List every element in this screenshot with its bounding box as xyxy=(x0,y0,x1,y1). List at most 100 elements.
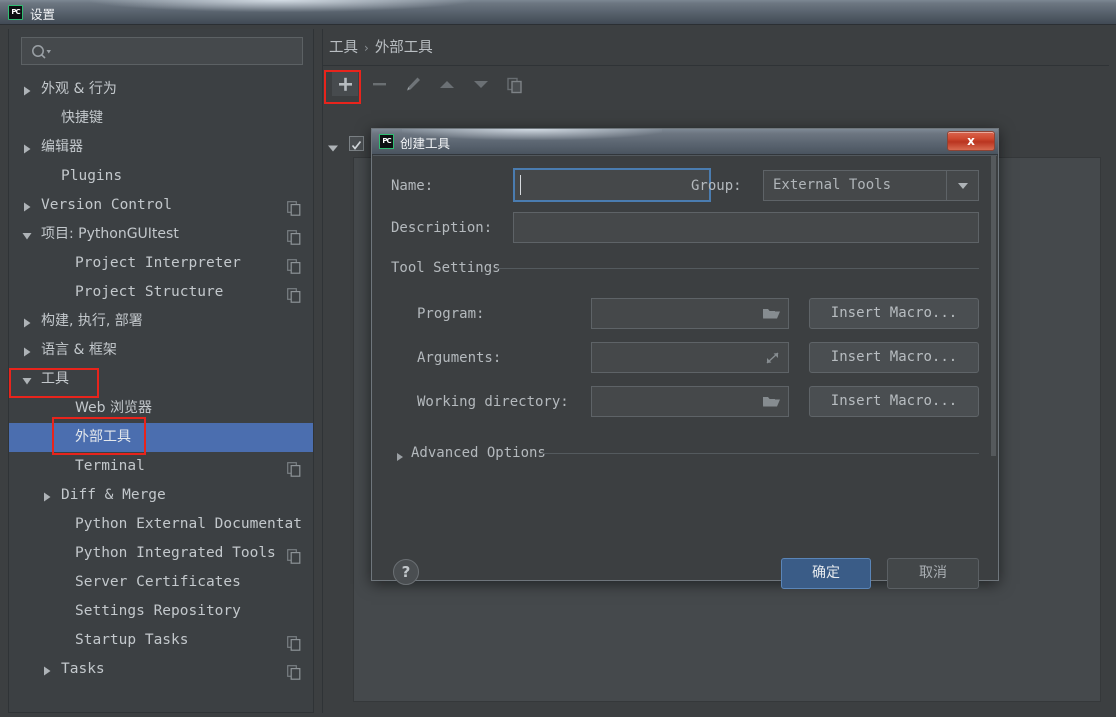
text-caret xyxy=(520,175,521,195)
program-input[interactable] xyxy=(591,298,789,329)
expand-arrow-icon[interactable] xyxy=(21,365,33,394)
copy-settings-icon[interactable] xyxy=(287,227,301,242)
sidebar-item-18[interactable]: Settings Repository xyxy=(9,597,313,626)
external-tools-checkbox[interactable] xyxy=(349,136,364,151)
close-icon[interactable]: x xyxy=(947,131,995,151)
sidebar-item-19[interactable]: Startup Tasks xyxy=(9,626,313,655)
dialog-scrollbar-thumb[interactable] xyxy=(991,156,996,456)
dialog-body: Name: Group: External Tools Description:… xyxy=(373,155,997,580)
sidebar-item-1[interactable]: 快捷键 xyxy=(9,104,313,133)
sidebar-item-4[interactable]: Version Control xyxy=(9,191,313,220)
sidebar-item-label: Project Structure xyxy=(75,278,223,307)
group-label: Group: xyxy=(691,178,742,194)
copy-icon xyxy=(501,71,529,97)
window-titlebar: PC 设置 xyxy=(0,0,1116,25)
move-up-icon xyxy=(433,71,461,97)
advanced-options-arrow-icon[interactable] xyxy=(395,448,405,467)
sidebar-item-label: Plugins xyxy=(61,162,122,191)
expand-arrow-icon[interactable] xyxy=(21,191,33,220)
copy-settings-icon[interactable] xyxy=(287,662,301,677)
expand-arrow-icon[interactable] xyxy=(21,75,33,104)
cancel-button[interactable]: 取消 xyxy=(887,558,979,589)
advanced-options-label[interactable]: Advanced Options xyxy=(411,445,546,461)
expand-arrow-icon[interactable] xyxy=(41,481,53,510)
sidebar-item-9[interactable]: 语言 & 框架 xyxy=(9,336,313,365)
sidebar-item-5[interactable]: 项目: PythonGUItest xyxy=(9,220,313,249)
expand-arrow-icon[interactable] xyxy=(21,220,33,249)
sidebar-item-10[interactable]: 工具 xyxy=(9,365,313,394)
sidebar-item-7[interactable]: Project Structure xyxy=(9,278,313,307)
edit-pencil-icon xyxy=(399,71,427,97)
sidebar-item-2[interactable]: 编辑器 xyxy=(9,133,313,162)
sidebar-item-8[interactable]: 构建, 执行, 部署 xyxy=(9,307,313,336)
expand-arrow-icon[interactable] xyxy=(21,336,33,365)
sidebar-item-13[interactable]: Terminal xyxy=(9,452,313,481)
sidebar-item-3[interactable]: Plugins xyxy=(9,162,313,191)
working-directory-insert-macro-button[interactable]: Insert Macro... xyxy=(809,386,979,417)
external-tools-toolbar xyxy=(325,69,1105,99)
sidebar-item-label: Python Integrated Tools xyxy=(75,539,276,568)
program-label: Program: xyxy=(417,306,484,322)
sidebar-item-label: Terminal xyxy=(75,452,145,481)
folder-icon[interactable] xyxy=(762,306,781,326)
remove-button xyxy=(365,71,393,97)
expand-icon[interactable] xyxy=(764,350,781,370)
working-directory-input[interactable] xyxy=(591,386,789,417)
expand-arrow-icon[interactable] xyxy=(41,655,53,684)
group-value: External Tools xyxy=(773,177,891,193)
ok-button[interactable]: 确定 xyxy=(781,558,871,589)
name-label: Name: xyxy=(391,178,433,194)
arguments-label: Arguments: xyxy=(417,350,501,366)
help-button[interactable]: ? xyxy=(393,559,419,585)
sidebar-item-label: Diff & Merge xyxy=(61,481,166,510)
name-input[interactable] xyxy=(513,168,711,202)
copy-settings-icon[interactable] xyxy=(287,256,301,271)
group-select[interactable]: External Tools xyxy=(763,170,979,201)
expand-arrow-icon[interactable] xyxy=(21,133,33,162)
description-input[interactable] xyxy=(513,212,979,243)
sidebar-item-label: Startup Tasks xyxy=(75,626,189,655)
sidebar-item-17[interactable]: Server Certificates xyxy=(9,568,313,597)
sidebar-item-12[interactable]: 外部工具 xyxy=(9,423,313,452)
dialog-scrollbar[interactable] xyxy=(990,156,997,580)
sidebar-item-label: Python External Documentat xyxy=(75,510,302,539)
search-input[interactable] xyxy=(21,37,303,65)
pycharm-icon: PC xyxy=(8,5,23,20)
copy-settings-icon[interactable] xyxy=(287,633,301,648)
arguments-insert-macro-button[interactable]: Insert Macro... xyxy=(809,342,979,373)
titlebar-glow xyxy=(90,0,470,12)
folder-icon[interactable] xyxy=(762,394,781,414)
sidebar-item-label: 构建, 执行, 部署 xyxy=(41,307,143,336)
add-button[interactable] xyxy=(331,71,359,97)
copy-settings-icon[interactable] xyxy=(287,198,301,213)
sidebar-item-6[interactable]: Project Interpreter xyxy=(9,249,313,278)
sidebar-item-label: Tasks xyxy=(61,655,105,684)
sidebar-item-label: 项目: PythonGUItest xyxy=(41,220,179,249)
chevron-down-icon[interactable] xyxy=(946,171,978,200)
sidebar-scroll-area[interactable]: 外观 & 行为快捷键编辑器PluginsVersion Control项目: P… xyxy=(9,29,313,711)
breadcrumb-leaf: 外部工具 xyxy=(375,40,433,56)
sidebar-item-14[interactable]: Diff & Merge xyxy=(9,481,313,510)
breadcrumb: 工具›外部工具 xyxy=(329,36,433,57)
dialog-pycharm-icon: PC xyxy=(379,134,394,149)
expand-arrow-icon[interactable] xyxy=(21,307,33,336)
sidebar-item-16[interactable]: Python Integrated Tools xyxy=(9,539,313,568)
sidebar-item-0[interactable]: 外观 & 行为 xyxy=(9,75,313,104)
sidebar-item-label: Settings Repository xyxy=(75,597,241,626)
sidebar-item-label: 工具 xyxy=(41,365,69,394)
breadcrumb-root[interactable]: 工具 xyxy=(329,40,358,56)
copy-settings-icon[interactable] xyxy=(287,285,301,300)
external-tools-expand-arrow[interactable] xyxy=(327,139,339,158)
sidebar-item-15[interactable]: Python External Documentat xyxy=(9,510,313,539)
sidebar-item-label: 快捷键 xyxy=(61,104,103,133)
copy-settings-icon[interactable] xyxy=(287,459,301,474)
program-insert-macro-button[interactable]: Insert Macro... xyxy=(809,298,979,329)
arguments-input[interactable] xyxy=(591,342,789,373)
copy-settings-icon[interactable] xyxy=(287,546,301,561)
sidebar-item-11[interactable]: Web 浏览器 xyxy=(9,394,313,423)
settings-window: PC 设置 外观 & 行为快捷键编辑器PluginsVersion Contro… xyxy=(0,0,1116,717)
sidebar-item-20[interactable]: Tasks xyxy=(9,655,313,684)
working-directory-label: Working directory: xyxy=(417,394,569,410)
sidebar-item-label: 外部工具 xyxy=(75,423,131,452)
tool-settings-title: Tool Settings xyxy=(391,260,501,276)
